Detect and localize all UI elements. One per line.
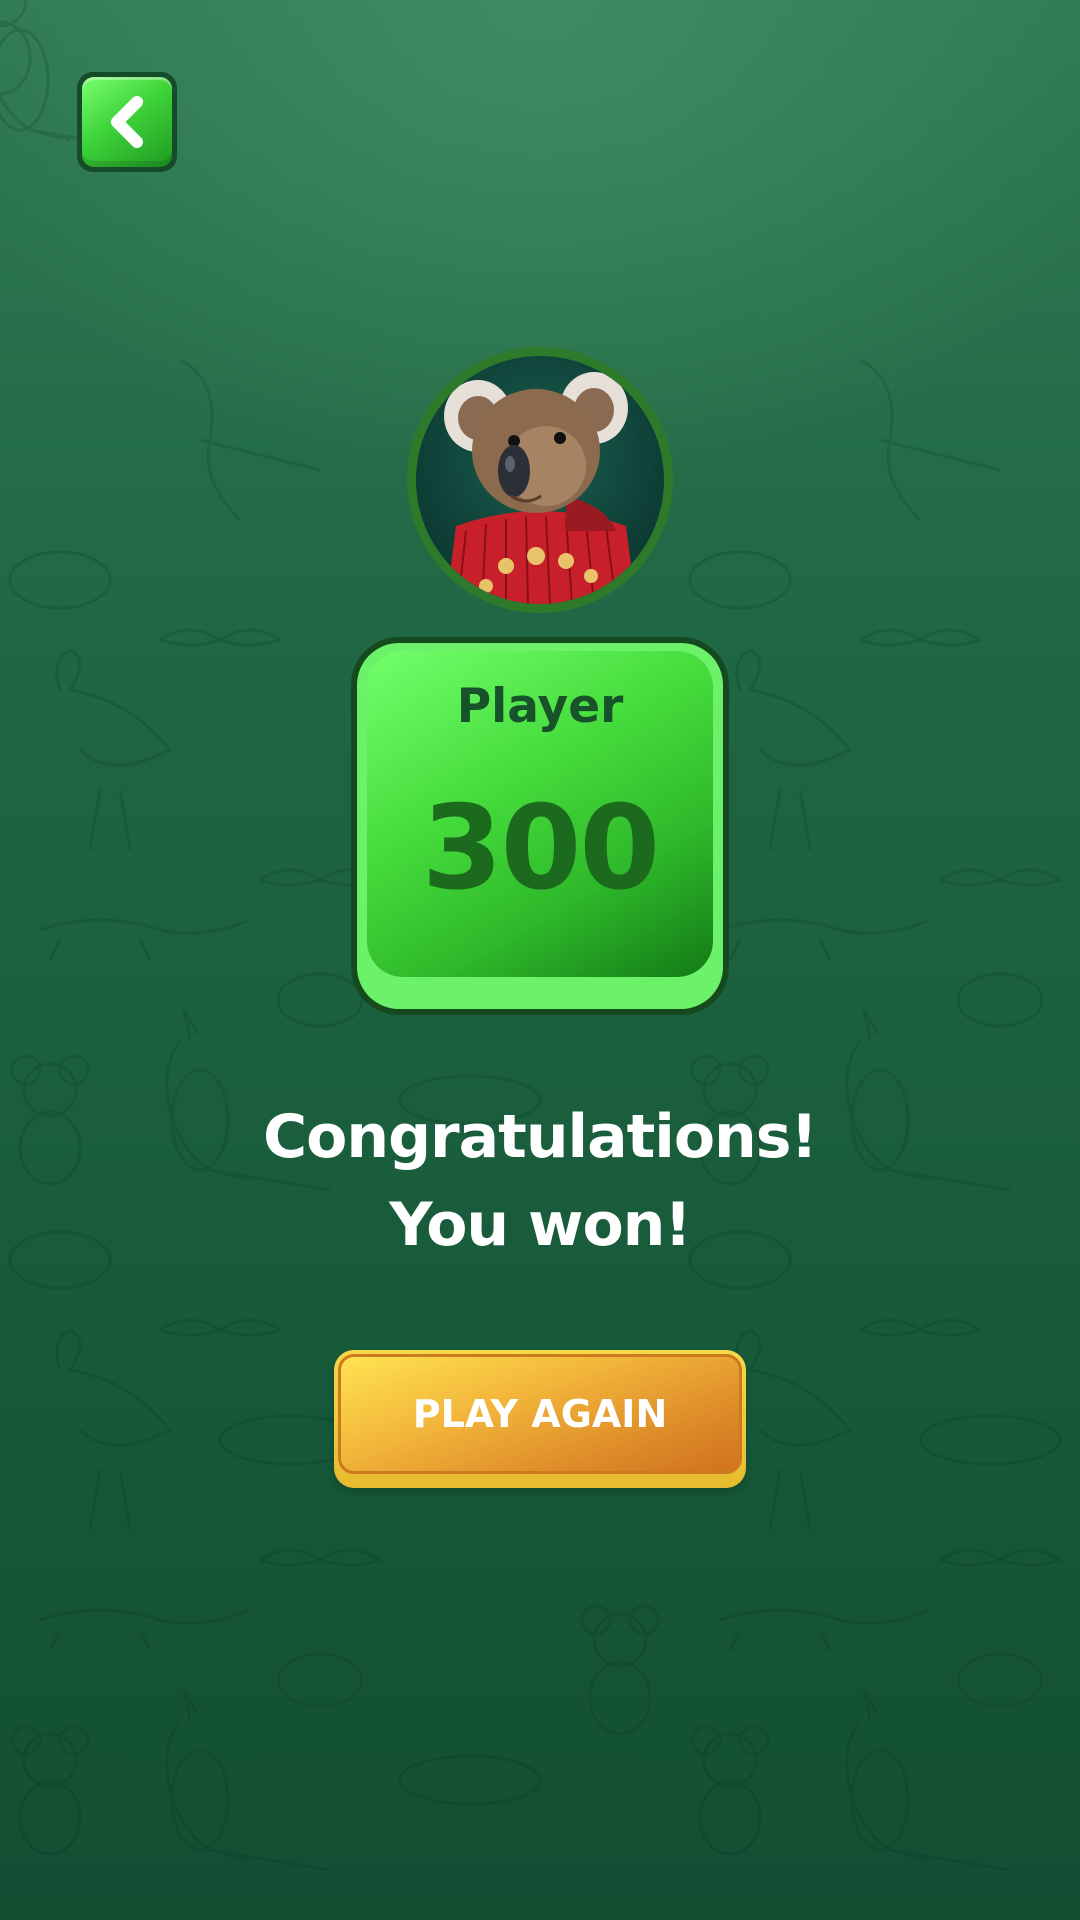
- koala-avatar-image: [416, 356, 664, 604]
- you-won-text: You won!: [389, 1190, 692, 1260]
- play-again-button-face: PLAY AGAIN: [338, 1354, 742, 1474]
- score-card-base: Player 300: [357, 643, 723, 1009]
- back-button-face: [82, 77, 172, 167]
- play-again-label: PLAY AGAIN: [412, 1392, 668, 1436]
- player-score: 300: [421, 781, 660, 916]
- game-result-screen: Player 300 Congratulations! You won! PLA…: [0, 0, 1080, 1920]
- chevron-left-icon: [111, 96, 143, 148]
- player-label: Player: [456, 679, 624, 734]
- back-button[interactable]: [77, 72, 177, 172]
- player-avatar: [407, 347, 673, 613]
- score-card-face: Player 300: [367, 651, 713, 977]
- player-score-card: Player 300: [351, 637, 729, 1015]
- play-again-button[interactable]: PLAY AGAIN: [334, 1350, 746, 1488]
- congratulations-text: Congratulations!: [263, 1102, 818, 1172]
